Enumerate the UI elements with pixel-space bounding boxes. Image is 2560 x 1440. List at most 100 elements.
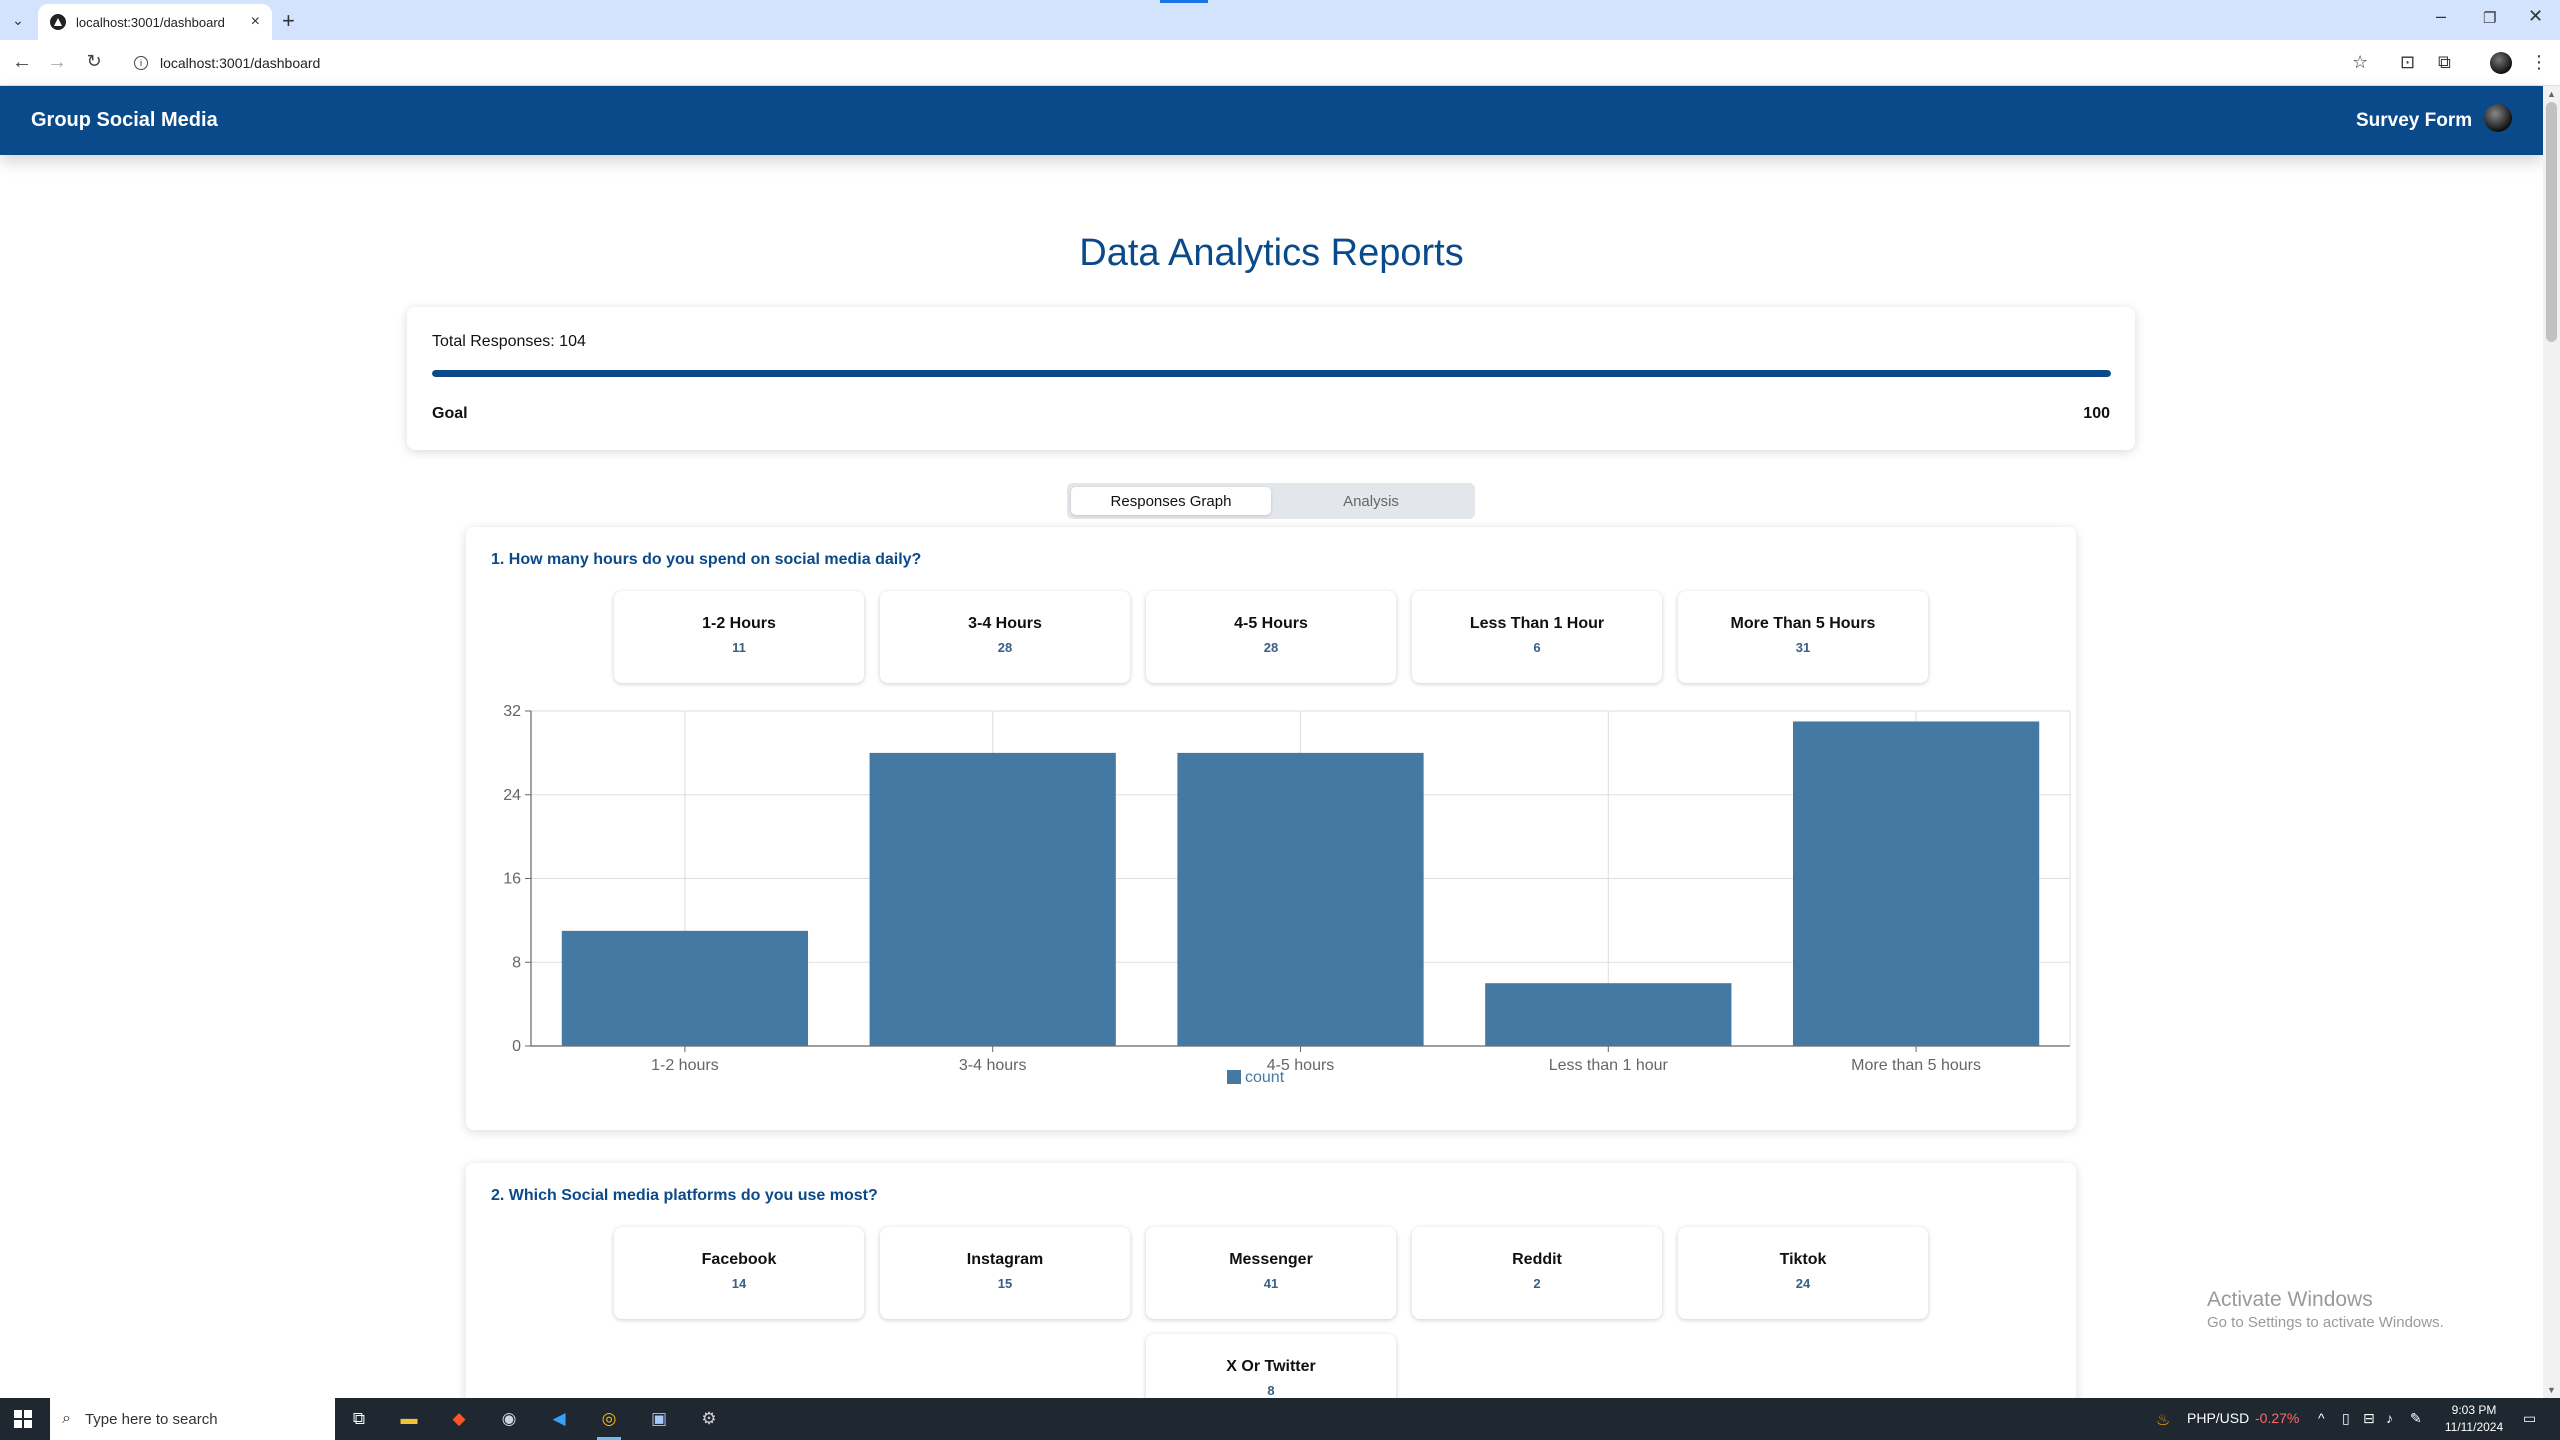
chrome-icon[interactable]: ◎ [595,1405,623,1440]
scroll-up-arrow-icon[interactable]: ▲ [2547,89,2556,99]
network-icon[interactable]: ⊟ [2363,1410,2375,1427]
bar [1177,752,1424,1046]
notifications-icon[interactable]: ▭ [2523,1410,2536,1427]
stat-box: Tiktok 24 [1678,1227,1928,1319]
loading-indicator [1160,0,1208,3]
stat-label: Instagram [966,1251,1044,1268]
page-scrollbar[interactable]: ▲ ▼ [2543,86,2560,1398]
goal-label: Goal [432,405,468,422]
browser-toolbar: ← → ↻ i localhost:3001/dashboard ☆ ⊡ ⧉ ⋮ [0,40,2560,86]
taskbar-search-placeholder: Type here to search [84,1410,218,1428]
activate-windows-title: Activate Windows [2207,1288,2373,1311]
task-view-icon[interactable]: ⧉ [345,1405,373,1433]
progress-fill [432,370,2111,377]
stat-box: Instagram 15 [880,1227,1130,1319]
user-avatar[interactable] [2484,104,2512,132]
x-tick-label: 3-4 hours [959,1057,1027,1074]
summary-card: Total Responses: 104 Goal 100 [407,307,2135,450]
stat-label: X Or Twitter [1226,1358,1316,1375]
stat-box: Messenger 41 [1146,1227,1396,1319]
stat-label: Messenger [1229,1251,1313,1268]
bar [1485,983,1732,1046]
favicon-icon [50,14,66,30]
file-explorer-icon[interactable]: ▬ [395,1405,423,1433]
windows-start-icon[interactable] [14,1410,32,1428]
stat-label: Tiktok [1779,1251,1827,1268]
activate-windows-subtitle: Go to Settings to activate Windows. [2207,1314,2444,1331]
tray-device-icon[interactable]: ▯ [2342,1410,2350,1427]
brave-browser-icon[interactable]: ◆ [445,1405,473,1433]
brand-title[interactable]: Group Social Media [31,109,218,132]
url-text: localhost:3001/dashboard [160,55,321,71]
ticker-value[interactable]: -0.27% [2255,1410,2299,1426]
browser-tab[interactable]: localhost:3001/dashboard × [38,4,272,40]
browser-profile-avatar[interactable] [2490,52,2512,74]
new-tab-plus-icon[interactable]: + [282,8,295,34]
extensions-icon[interactable]: ⧉ [2438,52,2451,73]
stat-count: 2 [1533,1276,1541,1291]
steam-icon[interactable]: ◉ [495,1405,523,1433]
x-tick-label: 1-2 hours [651,1057,719,1074]
page-title: Data Analytics Reports [1079,232,1464,274]
stat-box: Facebook 14 [614,1227,864,1319]
search-icon: ⌕ [62,1410,71,1427]
question-card-1: 1. How many hours do you spend on social… [466,527,2076,1130]
ticker-label[interactable]: PHP/USD [2187,1410,2249,1426]
responses-progress-bar [432,370,2111,377]
pen-icon[interactable]: ✎ [2410,1410,2422,1427]
close-window-icon[interactable]: ✕ [2528,6,2543,27]
app-tool-icon[interactable]: ⚙ [695,1405,723,1433]
app-header: Group Social Media Survey Form [0,86,2543,155]
question-card-2: 2. Which Social media platforms do you u… [466,1163,2076,1426]
tab-title: localhost:3001/dashboard [76,14,225,30]
back-arrow-icon[interactable]: ← [10,51,34,74]
search-highlight-icon[interactable]: ✿ [268,1405,296,1433]
ticker-flame-icon: ♨ [2156,1412,2171,1429]
tab-analysis[interactable]: Analysis [1271,487,1471,515]
y-tick-label: 24 [503,787,521,804]
scroll-thumb[interactable] [2546,102,2557,342]
vscode-icon[interactable]: ◀ [545,1405,573,1433]
view-tabs: Responses Graph Analysis [1067,483,1475,519]
tray-chevron-up-icon[interactable]: ^ [2318,1410,2325,1426]
browser-menu-icon[interactable]: ⋮ [2530,52,2548,73]
taskbar: ⌕ Type here to search ✿ ⧉ ▬ ◆ ◉ ◀ ◎ ▣ ⚙ … [0,1398,2560,1440]
tab-responses-graph[interactable]: Responses Graph [1071,487,1271,515]
site-info-icon[interactable]: i [134,56,148,70]
restore-icon[interactable]: ❐ [2483,9,2496,27]
stat-count: 14 [731,1276,747,1291]
y-tick-label: 16 [503,871,521,888]
volume-icon[interactable]: ♪ [2386,1410,2393,1426]
survey-form-link[interactable]: Survey Form [2356,110,2472,132]
stat-count: 41 [1263,1276,1279,1291]
hours-bar-chart: 081624321-2 hours 3-4 hours 4-5 hours Less … [503,703,2071,1086]
stat-count: 8 [1267,1383,1275,1398]
clock-time: 9:03 PM [2451,1403,2497,1417]
y-tick-label: 0 [512,1038,521,1055]
legend-swatch [1227,1070,1241,1084]
legend-label: count [1245,1069,1285,1086]
taskbar-clock[interactable]: 9:03 PM 11/11/2024 [2434,1402,2514,1436]
bookmark-star-icon[interactable]: ☆ [2352,52,2368,73]
bar [869,752,1116,1046]
bar [561,930,809,1046]
y-tick-label: 8 [512,954,521,971]
y-tick-label: 32 [503,703,521,720]
browser-tab-bar: ⌄ localhost:3001/dashboard × + – ❐ ✕ [0,0,2560,40]
scroll-down-arrow-icon[interactable]: ▼ [2547,1385,2556,1395]
goal-value: 100 [2083,405,2110,422]
stat-label: Reddit [1512,1251,1562,1268]
app-window-icon[interactable]: ▣ [645,1405,673,1433]
close-tab-icon[interactable]: × [251,13,260,31]
stat-count: 15 [997,1276,1013,1291]
address-bar[interactable]: i localhost:3001/dashboard [120,46,2380,80]
x-tick-label: Less than 1 hour [1549,1057,1669,1074]
stat-box: Reddit 2 [1412,1227,1662,1319]
bar [1792,721,2040,1046]
total-responses: Total Responses: 104 [432,333,586,350]
forward-arrow-icon[interactable]: → [45,51,69,74]
reload-icon[interactable]: ↻ [82,51,106,72]
minimize-icon[interactable]: – [2436,6,2446,27]
tab-search-chevron-icon[interactable]: ⌄ [8,10,28,30]
cast-icon[interactable]: ⊡ [2400,52,2415,73]
